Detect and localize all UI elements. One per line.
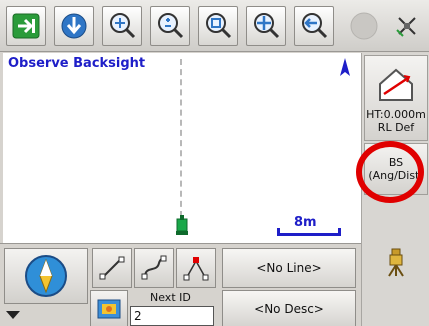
photo-icon xyxy=(97,299,121,318)
curve-tool-icon xyxy=(141,255,167,280)
zoom-extents-icon xyxy=(254,13,280,39)
highlight-circle xyxy=(356,141,424,203)
rl-text: RL Def xyxy=(377,121,415,134)
app-screen: Observe Backsight 8m HT:0.000m RL Def BS… xyxy=(0,0,429,326)
north-arrow-icon xyxy=(340,58,350,76)
zoom-window-icon xyxy=(206,13,232,39)
satellite-icon xyxy=(396,17,416,37)
line-select-button[interactable]: <No Line> xyxy=(222,248,356,288)
status-indicator-icon xyxy=(350,12,378,40)
description-select-button[interactable]: <No Desc> xyxy=(222,290,356,326)
zoom-pan-button[interactable] xyxy=(102,6,142,46)
zoom-previous-icon xyxy=(302,13,328,39)
menu-dropdown-arrow-icon[interactable] xyxy=(6,311,20,319)
point-tool-button[interactable] xyxy=(176,248,216,288)
next-id-input[interactable] xyxy=(130,306,214,326)
compass-icon xyxy=(25,255,67,297)
map-title: Observe Backsight xyxy=(8,56,146,71)
backsight-line xyxy=(180,59,182,217)
satellite-button[interactable] xyxy=(388,6,426,46)
settings-button[interactable] xyxy=(54,6,94,46)
exit-button[interactable] xyxy=(6,6,46,46)
line-tool-button[interactable] xyxy=(92,248,132,288)
bottom-bar: <No Line> Next ID <No Desc> xyxy=(0,243,361,326)
total-station-icon xyxy=(388,248,404,277)
instrument-height-text: HT:0.000m xyxy=(366,108,426,121)
zoom-in-out-icon xyxy=(158,13,184,39)
scale-bar xyxy=(277,228,341,236)
compass-button[interactable] xyxy=(4,248,88,304)
zoom-window-button[interactable] xyxy=(198,6,238,46)
zoom-pan-icon xyxy=(110,13,136,39)
top-toolbar xyxy=(0,0,429,52)
zoom-previous-button[interactable] xyxy=(294,6,334,46)
house-height-icon xyxy=(379,68,413,101)
scale-label: 8m xyxy=(294,215,317,230)
observe-button[interactable] xyxy=(364,229,428,323)
curve-tool-button[interactable] xyxy=(134,248,174,288)
point-tool-icon xyxy=(183,257,209,281)
line-tool-icon xyxy=(99,256,125,280)
zoom-in-out-button[interactable] xyxy=(150,6,190,46)
exit-arrow-icon xyxy=(12,13,40,39)
status-indicator[interactable] xyxy=(344,6,384,46)
instrument-height-button[interactable]: HT:0.000m RL Def xyxy=(364,55,428,141)
map-view[interactable]: Observe Backsight 8m xyxy=(3,53,361,243)
photo-button[interactable] xyxy=(90,290,128,326)
next-id-label: Next ID xyxy=(150,291,191,304)
instrument-station-icon xyxy=(176,215,188,235)
zoom-extents-button[interactable] xyxy=(246,6,286,46)
settings-download-icon xyxy=(61,13,87,39)
